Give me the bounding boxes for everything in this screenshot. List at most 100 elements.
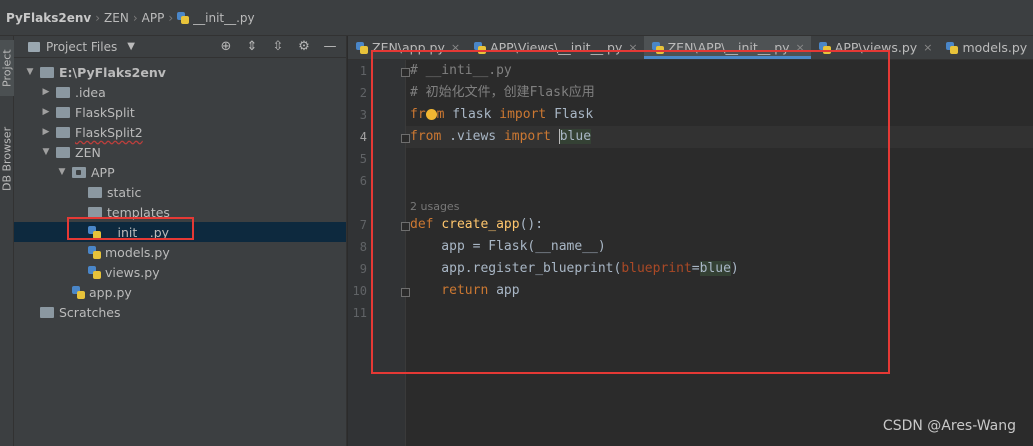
package-folder-icon [72,166,86,178]
fold-icon[interactable] [401,288,410,297]
chevron-right-icon[interactable]: ▶ [40,107,52,117]
tree-item-app-py[interactable]: app.py [14,282,346,302]
tree-item-flasksplit[interactable]: ▶ FlaskSplit [14,102,346,122]
lightbulb-icon[interactable] [425,109,437,120]
folder-icon [40,66,54,78]
tree-item-label: templates [107,204,170,220]
tab-zen-app-init[interactable]: ZEN\APP\__init__.py × [643,36,811,59]
code-line-2: # 初始化文件，创建Flask应用 [410,85,595,100]
close-icon[interactable]: × [923,41,932,54]
chevron-down-icon[interactable]: ▼ [127,41,135,52]
tree-item-label: static [107,184,142,200]
python-file-icon [946,41,959,54]
code-line-3: fr m flask import Flask [410,104,593,126]
usages-hint[interactable]: 2 usages [410,200,459,213]
tree-item-scratches[interactable]: Scratches [14,302,346,322]
tree-item-root[interactable]: ▼ E:\PyFlaks2env [14,62,346,82]
tree-item-label: models.py [105,244,170,260]
folder-icon [28,41,40,52]
collapse-all-icon[interactable]: ⇳ [270,38,286,54]
project-tool-tab[interactable]: Project [0,40,14,96]
python-file-icon [88,265,101,279]
breadcrumb-project[interactable]: PyFlaks2env [6,11,91,25]
chevron-right-icon[interactable]: ▶ [40,127,52,137]
chevron-down-icon[interactable]: ▼ [40,147,52,157]
line-number: 11 [352,306,367,320]
code-token-keyword: def [410,217,434,232]
python-file-icon [177,11,190,24]
tree-item-label: FlaskSplit2 [75,124,143,140]
tree-item-views[interactable]: views.py [14,262,346,282]
chevron-right-icon: › [132,10,138,25]
chevron-right-icon: › [168,10,174,25]
tab-label: ZEN\APP\__init__.py [667,40,790,55]
chevron-down-icon[interactable]: ▼ [56,167,68,177]
code-token: flask [444,107,500,122]
python-file-icon [818,41,831,54]
folder-icon [56,126,70,138]
code-line-9: app.register_blueprint(blueprint=blue) [410,258,739,280]
close-icon[interactable]: × [451,41,460,54]
fold-icon[interactable] [401,68,410,77]
breadcrumb-zen[interactable]: ZEN [104,11,129,25]
tab-zen-app-py[interactable]: ZEN\app.py × [348,36,466,59]
breadcrumb: PyFlaks2env › ZEN › APP › __init__.py [0,0,1033,36]
close-icon[interactable]: × [796,41,805,54]
folder-icon [56,146,70,158]
tree-item-models[interactable]: models.py [14,242,346,262]
project-tree: ▼ E:\PyFlaks2env ▶ .idea ▶ FlaskSplit ▶ … [14,58,346,322]
folder-icon [88,206,102,218]
line-number: 7 [359,218,367,232]
project-view-selector[interactable]: Project Files [46,40,117,54]
code-editor[interactable]: 1 2 3 4 5 6 7 8 9 10 11 # __inti__.py # … [348,60,1033,446]
folder-icon [88,186,102,198]
expand-all-icon[interactable]: ⇕ [244,38,260,54]
breadcrumb-file[interactable]: __init__.py [177,11,255,25]
tree-item-label: app.py [89,284,132,300]
tree-item-zen[interactable]: ▼ ZEN [14,142,346,162]
line-number: 1 [359,64,367,78]
chevron-right-icon[interactable]: ▶ [40,87,52,97]
code-token: .views [441,129,504,144]
code-token-highlighted: blue [559,129,592,144]
tree-item-app[interactable]: ▼ APP [14,162,346,182]
tree-item-static[interactable]: static [14,182,346,202]
code-token: app [488,283,520,298]
close-icon[interactable]: × [628,41,637,54]
tree-item-label: APP [91,164,115,180]
locate-icon[interactable]: ⊕ [218,38,234,54]
fold-icon[interactable] [401,134,410,143]
tree-item-label: views.py [105,264,160,280]
tree-item-flasksplit2[interactable]: ▶ FlaskSplit2 [14,122,346,142]
python-file-icon [356,41,368,54]
tree-item-idea[interactable]: ▶ .idea [14,82,346,102]
line-number: 2 [359,86,367,100]
code-token: = [691,261,700,276]
chevron-down-icon[interactable]: ▼ [24,67,36,77]
code-token-highlighted: blue [699,261,731,276]
project-panel-header: Project Files ▼ ⊕ ⇕ ⇳ ⚙ — [14,36,346,58]
line-gutter: 1 2 3 4 5 6 7 8 9 10 11 [348,60,406,446]
tab-app-views-py[interactable]: APP\views.py × [811,36,939,59]
minimize-icon[interactable]: — [322,38,338,54]
tree-item-templates[interactable]: templates [14,202,346,222]
line-number: 5 [359,152,367,166]
tab-app-views-init[interactable]: APP\Views\__init__.py × [466,36,644,59]
tree-item-label: E:\PyFlaks2env [59,64,166,80]
folder-icon [56,106,70,118]
db-browser-tool-tab[interactable]: DB Browser [0,116,14,202]
gear-icon[interactable]: ⚙ [296,38,312,54]
code-token: app.register_blueprint( [410,261,622,276]
tab-models-py[interactable]: models.py [938,36,1033,59]
tree-item-label: .idea [75,84,106,100]
code-line-10: return app [410,280,520,302]
python-file-icon [474,41,487,54]
breadcrumb-app[interactable]: APP [142,11,165,25]
breadcrumb-file-label: __init__.py [193,10,255,25]
fold-icon[interactable] [401,222,410,231]
code-token-keyword: fr [410,107,426,122]
tree-item-init[interactable]: __init__.py [14,222,346,242]
project-panel: Project Files ▼ ⊕ ⇕ ⇳ ⚙ — ▼ E:\PyFlaks2e… [14,36,347,446]
code-token: Flask [546,107,594,122]
